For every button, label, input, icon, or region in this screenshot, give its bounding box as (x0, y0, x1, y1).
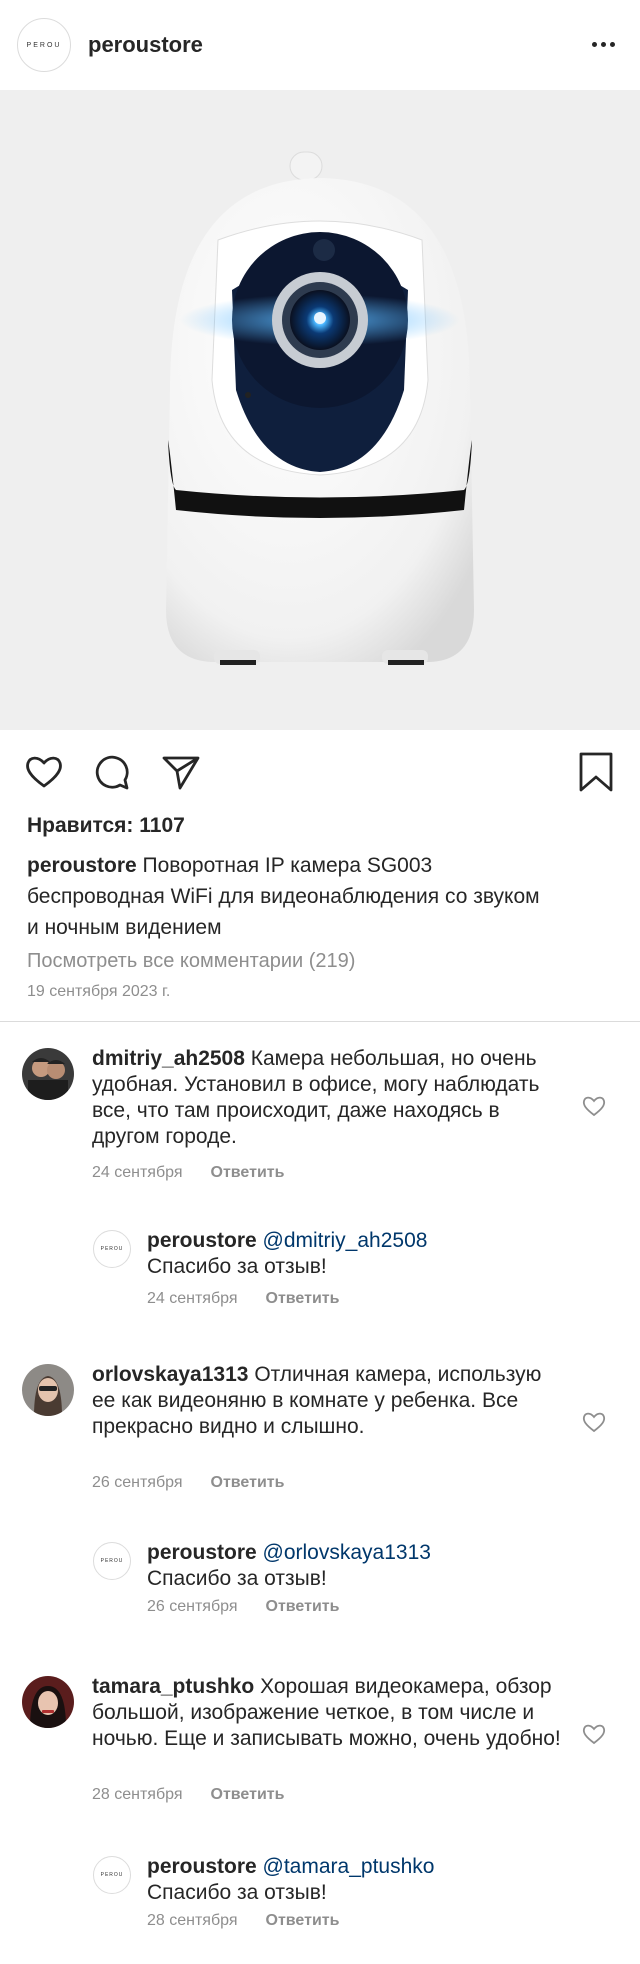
comment-date: 24 сентября (92, 1164, 183, 1181)
reply-mention[interactable]: @dmitriy_ah2508 (263, 1229, 428, 1252)
comment-username[interactable]: orlovskaya1313 (92, 1363, 248, 1386)
brand-avatar-small[interactable]: PEROU (93, 1856, 131, 1894)
reply-button[interactable]: Ответить (266, 1290, 340, 1308)
reply-meta: 24 сентября Ответить (147, 1290, 340, 1308)
divider (0, 1021, 640, 1022)
camera-image (166, 151, 474, 665)
post-header: PEROU peroustore (0, 0, 640, 90)
send-icon[interactable] (158, 750, 202, 794)
caption-username[interactable]: peroustore (27, 854, 137, 877)
heart-small-icon[interactable] (580, 1092, 608, 1120)
reply-text: peroustore @dmitriy_ah2508 Спасибо за от… (147, 1229, 428, 1278)
comment-text: tamara_ptushko Хорошая видеокамера, обзо… (92, 1675, 561, 1750)
reply-button[interactable]: Ответить (211, 1164, 285, 1182)
comment-text: dmitriy_ah2508 Камера небольшая, но очен… (92, 1047, 540, 1148)
brand-avatar[interactable]: PEROU (17, 18, 71, 72)
more-options-icon[interactable] (586, 32, 620, 56)
comment-meta: 24 сентября Ответить (92, 1164, 284, 1182)
comment-username[interactable]: dmitriy_ah2508 (92, 1047, 245, 1070)
post-username[interactable]: peroustore (88, 32, 203, 58)
reply-mention[interactable]: @orlovskaya1313 (263, 1541, 431, 1564)
heart-icon[interactable] (22, 750, 66, 794)
reply-button[interactable]: Ответить (211, 1786, 285, 1804)
post-actions (0, 740, 640, 802)
avatar[interactable] (22, 1048, 74, 1100)
avatar[interactable] (22, 1364, 74, 1416)
likes-count[interactable]: Нравится: 1107 (27, 814, 185, 838)
comment-username[interactable]: tamara_ptushko (92, 1675, 254, 1698)
avatar[interactable] (22, 1676, 74, 1728)
comment-meta: 26 сентября Ответить (92, 1474, 285, 1492)
reply-button[interactable]: Ответить (266, 1912, 340, 1930)
bookmark-icon[interactable] (574, 750, 618, 794)
reply-text: peroustore @orlovskaya1313 Спасибо за от… (147, 1541, 431, 1590)
comment-text: orlovskaya1313 Отличная камера, использу… (92, 1363, 542, 1438)
heart-small-icon[interactable] (580, 1408, 608, 1436)
brand-avatar-small[interactable]: PEROU (93, 1542, 131, 1580)
reply-button[interactable]: Ответить (266, 1598, 340, 1616)
reply-text: peroustore @tamara_ptushko Спасибо за от… (147, 1855, 435, 1904)
reply-username[interactable]: peroustore (147, 1855, 257, 1878)
reply-username[interactable]: peroustore (147, 1229, 257, 1252)
comment-icon[interactable] (90, 750, 134, 794)
reply-username[interactable]: peroustore (147, 1541, 257, 1564)
post-caption: peroustore Поворотная IP камера SG003 бе… (27, 850, 547, 943)
comment-meta: 28 сентября Ответить (92, 1786, 285, 1804)
post-date: 19 сентября 2023 г. (27, 983, 171, 1000)
reply-meta: 26 сентября Ответить (147, 1598, 340, 1616)
brand-avatar-small[interactable]: PEROU (93, 1230, 131, 1268)
reply-meta: 28 сентября Ответить (147, 1912, 340, 1930)
reply-mention[interactable]: @tamara_ptushko (263, 1855, 435, 1878)
reply-button[interactable]: Ответить (211, 1474, 285, 1492)
heart-small-icon[interactable] (580, 1720, 608, 1748)
view-all-comments-link[interactable]: Посмотреть все комментарии (219) (27, 950, 355, 973)
brand-logo: PEROU (26, 41, 62, 49)
post-photo[interactable] (0, 90, 640, 730)
